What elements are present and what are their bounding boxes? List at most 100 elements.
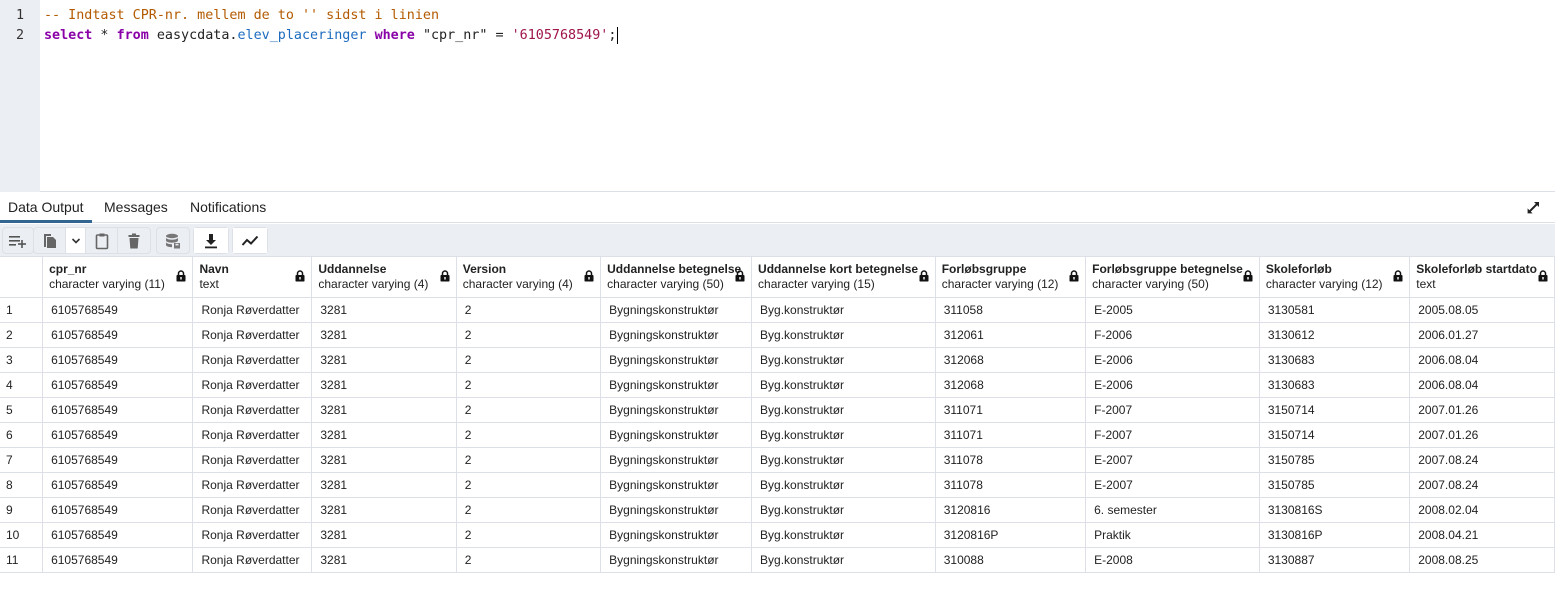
table-cell[interactable]: Ronja Røverdatter	[192, 297, 313, 323]
table-cell[interactable]: 3130612	[1259, 322, 1411, 348]
table-cell[interactable]: 2	[456, 372, 602, 398]
table-cell[interactable]: Ronja Røverdatter	[192, 422, 313, 448]
table-cell[interactable]: 2	[456, 322, 602, 348]
table-cell[interactable]: Ronja Røverdatter	[192, 547, 313, 573]
table-cell[interactable]: 3120816	[935, 497, 1087, 523]
table-cell[interactable]: 3130887	[1259, 547, 1411, 573]
table-cell[interactable]: 2	[456, 547, 602, 573]
row-number[interactable]: 6	[0, 422, 44, 448]
table-cell[interactable]: 310088	[935, 547, 1087, 573]
table-cell[interactable]: Byg.konstruktør	[751, 347, 936, 373]
table-cell[interactable]: 3281	[311, 372, 457, 398]
table-cell[interactable]: Bygningskonstruktør	[600, 447, 753, 473]
table-cell[interactable]: 3281	[311, 522, 457, 548]
table-cell[interactable]: 6105768549	[42, 497, 194, 523]
tab-messages[interactable]: Messages	[96, 193, 176, 223]
table-cell[interactable]: 2008.04.21	[1409, 522, 1555, 548]
table-cell[interactable]: 311078	[935, 447, 1087, 473]
table-cell[interactable]: 2007.08.24	[1409, 447, 1555, 473]
delete-button[interactable]	[118, 228, 150, 253]
table-cell[interactable]: Byg.konstruktør	[751, 297, 936, 323]
table-cell[interactable]: 2007.08.24	[1409, 472, 1555, 498]
copy-button[interactable]	[34, 228, 66, 253]
table-cell[interactable]: 6105768549	[42, 297, 194, 323]
row-number[interactable]: 9	[0, 497, 44, 523]
table-cell[interactable]: 2	[456, 347, 602, 373]
table-cell[interactable]: Bygningskonstruktør	[600, 397, 753, 423]
table-cell[interactable]: F-2007	[1085, 422, 1260, 448]
table-cell[interactable]: 3281	[311, 397, 457, 423]
table-cell[interactable]: 2	[456, 297, 602, 323]
table-cell[interactable]: 2006.08.04	[1409, 372, 1555, 398]
table-cell[interactable]: 2008.08.25	[1409, 547, 1555, 573]
table-cell[interactable]: 3130683	[1259, 372, 1411, 398]
table-cell[interactable]: Ronja Røverdatter	[192, 522, 313, 548]
table-cell[interactable]: E-2006	[1085, 372, 1260, 398]
table-cell[interactable]: 2	[456, 497, 602, 523]
table-cell[interactable]: E-2007	[1085, 472, 1260, 498]
table-cell[interactable]: Byg.konstruktør	[751, 322, 936, 348]
table-cell[interactable]: 2	[456, 397, 602, 423]
tab-data-output[interactable]: Data Output	[0, 193, 92, 223]
table-cell[interactable]: 2008.02.04	[1409, 497, 1555, 523]
column-header[interactable]: Uddannelse kort betegnelse character vary…	[751, 257, 936, 298]
table-cell[interactable]: 2005.08.05	[1409, 297, 1555, 323]
column-header[interactable]: cpr_nr character varying (11)	[42, 257, 194, 298]
table-cell[interactable]: 2007.01.26	[1409, 422, 1555, 448]
table-cell[interactable]: 3150714	[1259, 397, 1411, 423]
table-cell[interactable]: 2007.01.26	[1409, 397, 1555, 423]
table-cell[interactable]: 312068	[935, 372, 1087, 398]
copy-options-dropdown[interactable]	[66, 228, 86, 253]
table-cell[interactable]: 6105768549	[42, 422, 194, 448]
row-number[interactable]: 5	[0, 397, 44, 423]
table-cell[interactable]: 311058	[935, 297, 1087, 323]
table-cell[interactable]: 3130581	[1259, 297, 1411, 323]
table-cell[interactable]: Ronja Røverdatter	[192, 372, 313, 398]
table-cell[interactable]: 312061	[935, 322, 1087, 348]
row-number[interactable]: 1	[0, 297, 44, 323]
table-cell[interactable]: 6105768549	[42, 547, 194, 573]
table-cell[interactable]: 6105768549	[42, 447, 194, 473]
table-cell[interactable]: 3130816S	[1259, 497, 1411, 523]
table-cell[interactable]: F-2007	[1085, 397, 1260, 423]
table-cell[interactable]: Byg.konstruktør	[751, 522, 936, 548]
table-cell[interactable]: Bygningskonstruktør	[600, 547, 753, 573]
table-cell[interactable]: Bygningskonstruktør	[600, 472, 753, 498]
expand-icon[interactable]	[1525, 200, 1541, 216]
row-number[interactable]: 10	[0, 522, 44, 548]
row-number[interactable]: 4	[0, 372, 44, 398]
paste-button[interactable]	[86, 228, 118, 253]
table-cell[interactable]: 3281	[311, 297, 457, 323]
table-cell[interactable]: 312068	[935, 347, 1087, 373]
table-cell[interactable]: Byg.konstruktør	[751, 472, 936, 498]
table-cell[interactable]: 3130816P	[1259, 522, 1411, 548]
table-cell[interactable]: Ronja Røverdatter	[192, 447, 313, 473]
table-cell[interactable]: 3281	[311, 547, 457, 573]
table-cell[interactable]: 311071	[935, 397, 1087, 423]
table-cell[interactable]: Bygningskonstruktør	[600, 522, 753, 548]
query-editor[interactable]: 1 -- Indtast CPR-nr. mellem de to '' sid…	[0, 0, 1555, 192]
table-cell[interactable]: Byg.konstruktør	[751, 547, 936, 573]
table-cell[interactable]: Bygningskonstruktør	[600, 297, 753, 323]
table-cell[interactable]: 2	[456, 422, 602, 448]
table-cell[interactable]: 3281	[311, 347, 457, 373]
table-cell[interactable]: 3120816P	[935, 522, 1087, 548]
table-cell[interactable]: E-2005	[1085, 297, 1260, 323]
table-cell[interactable]: E-2007	[1085, 447, 1260, 473]
table-cell[interactable]: 2	[456, 447, 602, 473]
table-cell[interactable]: 6. semester	[1085, 497, 1260, 523]
column-header[interactable]: Skoleforløb character varying (12)	[1259, 257, 1411, 298]
table-cell[interactable]: Praktik	[1085, 522, 1260, 548]
table-cell[interactable]: 2006.01.27	[1409, 322, 1555, 348]
table-cell[interactable]: Ronja Røverdatter	[192, 497, 313, 523]
table-cell[interactable]: Bygningskonstruktør	[600, 347, 753, 373]
table-cell[interactable]: 3281	[311, 422, 457, 448]
table-cell[interactable]: 3281	[311, 472, 457, 498]
save-data-button[interactable]	[157, 228, 189, 253]
table-cell[interactable]: Byg.konstruktør	[751, 497, 936, 523]
column-header[interactable]: Version character varying (4)	[456, 257, 602, 298]
table-cell[interactable]: E-2008	[1085, 547, 1260, 573]
table-cell[interactable]: Byg.konstruktør	[751, 397, 936, 423]
table-cell[interactable]: 3130683	[1259, 347, 1411, 373]
table-cell[interactable]: Ronja Røverdatter	[192, 472, 313, 498]
